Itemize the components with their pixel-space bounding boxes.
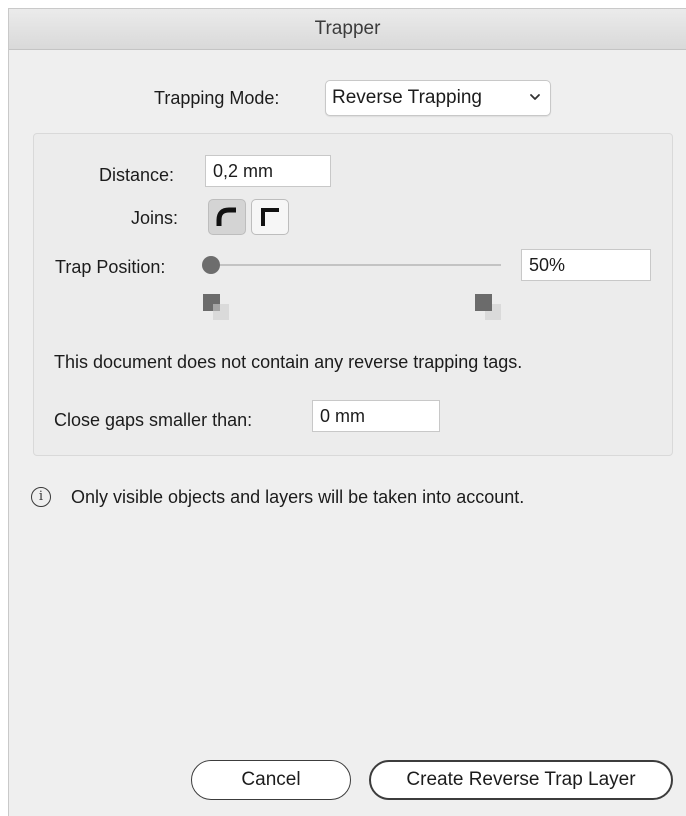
reverse-trapping-message: This document does not contain any rever… bbox=[54, 352, 523, 372]
create-reverse-trap-layer-button[interactable]: Create Reverse Trap Layer bbox=[369, 760, 673, 800]
cancel-button[interactable]: Cancel bbox=[191, 760, 351, 800]
trapping-mode-value: Reverse Trapping bbox=[332, 87, 482, 108]
trapping-mode-label: Trapping Mode: bbox=[154, 88, 280, 108]
trap-position-field[interactable]: 50% bbox=[521, 249, 651, 281]
trapper-dialog: Trapper Trapping Mode: Reverse Trapping … bbox=[8, 8, 686, 816]
close-gaps-label: Close gaps smaller than: bbox=[54, 410, 253, 430]
info-text: Only visible objects and layers will be … bbox=[71, 487, 525, 507]
distance-label: Distance: bbox=[99, 165, 175, 185]
joins-label: Joins: bbox=[131, 208, 179, 228]
trap-position-slider-knob[interactable] bbox=[202, 256, 220, 274]
trap-position-slider-track[interactable] bbox=[215, 264, 501, 266]
round-join-icon bbox=[216, 207, 236, 226]
chevron-down-icon bbox=[530, 94, 540, 100]
distance-field[interactable]: 0,2 mm bbox=[205, 155, 331, 187]
round-join-button[interactable] bbox=[208, 199, 246, 235]
trap-position-label: Trap Position: bbox=[55, 257, 166, 277]
miter-join-icon bbox=[261, 208, 279, 226]
trap-inside-icon bbox=[203, 294, 229, 320]
trapping-mode-select[interactable]: Reverse Trapping bbox=[325, 80, 551, 116]
close-gaps-field[interactable]: 0 mm bbox=[312, 400, 440, 432]
info-icon: i bbox=[31, 487, 51, 507]
window-title: Trapper bbox=[9, 9, 686, 50]
miter-join-button[interactable] bbox=[251, 199, 289, 235]
trap-outside-icon bbox=[475, 294, 501, 320]
